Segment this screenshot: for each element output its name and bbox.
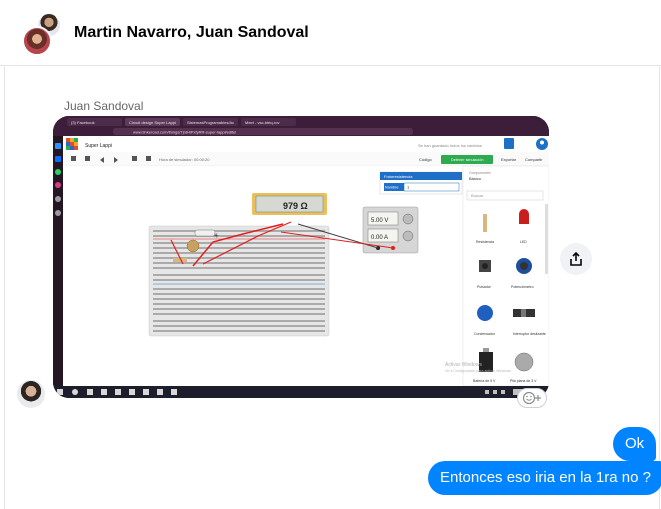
code-button: Código — [419, 157, 432, 162]
component-label: Potenciómetro — [511, 285, 534, 289]
chat-title[interactable]: Martin Navarro, Juan Sandoval — [74, 24, 309, 42]
divider — [659, 66, 660, 509]
avatar-juan — [22, 26, 52, 56]
group-avatar[interactable] — [22, 12, 66, 56]
save-status: Se han guardado todos los cambios — [418, 143, 482, 148]
tinkercad-screenshot: (3) Facebook Circuit design Super Lappi … — [53, 116, 549, 398]
message-bubble[interactable]: Ok — [613, 427, 657, 461]
component-label: Condensador — [474, 332, 496, 336]
components-label: Componentes — [469, 171, 491, 175]
components-select: Básico — [469, 176, 482, 181]
component-label: Resistencia — [476, 240, 494, 244]
name-label: Nombre — [385, 186, 399, 190]
psu-voltage: 5.00 V — [371, 218, 388, 224]
component-label: LED — [520, 240, 527, 244]
project-name: Super Lappi — [85, 143, 112, 149]
sender-name: Juan Sandoval — [64, 99, 144, 113]
component-label: Pila plana de 3 V — [510, 379, 537, 383]
url-bar: www.tinkercad.com/things/TjntHiPxfyRR-su… — [133, 130, 236, 135]
stop-sim-button: Detener simulación — [451, 158, 484, 162]
psu-current: 0.00 A — [371, 235, 388, 241]
chat-header: Martin Navarro, Juan Sandoval — [0, 0, 661, 66]
add-reaction-button[interactable] — [517, 388, 547, 408]
sender-avatar[interactable] — [17, 380, 45, 408]
tab-circuit: Circuit design Super Lappi — [129, 120, 176, 125]
panel-title: Fotorresistencia — [384, 174, 413, 179]
search-field: Buscar — [471, 193, 484, 198]
share-button-inner: Compartir — [525, 157, 543, 162]
divider — [4, 66, 5, 509]
image-message[interactable]: (3) Facebook Circuit design Super Lappi … — [53, 116, 549, 398]
component-label: Interruptor deslizante — [513, 332, 546, 336]
activate-windows: Activar Windows — [445, 362, 482, 368]
svg-text:☀: ☀ — [213, 232, 219, 240]
share-icon — [570, 251, 582, 266]
tab-meet: Meet - vsc-bbtq-rov — [245, 120, 279, 125]
message-bubble[interactable]: Entonces eso iria en la 1ra no ? — [428, 461, 661, 495]
smiley-plus-icon — [522, 391, 541, 405]
multimeter-reading: 979 Ω — [283, 201, 308, 211]
component-label: Pulsador — [477, 285, 492, 289]
sim-time: Hora de simulador: 00:00:20 — [159, 157, 210, 162]
export-button: Exportar — [501, 157, 517, 162]
tab-sistemas: SistemasProgramables/Ac — [187, 120, 234, 125]
chat-window: Martin Navarro, Juan Sandoval Juan Sando… — [0, 0, 661, 509]
component-label: Batería de 9 V — [473, 379, 496, 383]
tab-facebook: (3) Facebook — [71, 120, 95, 125]
share-button[interactable] — [560, 243, 592, 275]
activate-windows-sub: Ve a Configuración para activar Windows. — [445, 369, 512, 373]
